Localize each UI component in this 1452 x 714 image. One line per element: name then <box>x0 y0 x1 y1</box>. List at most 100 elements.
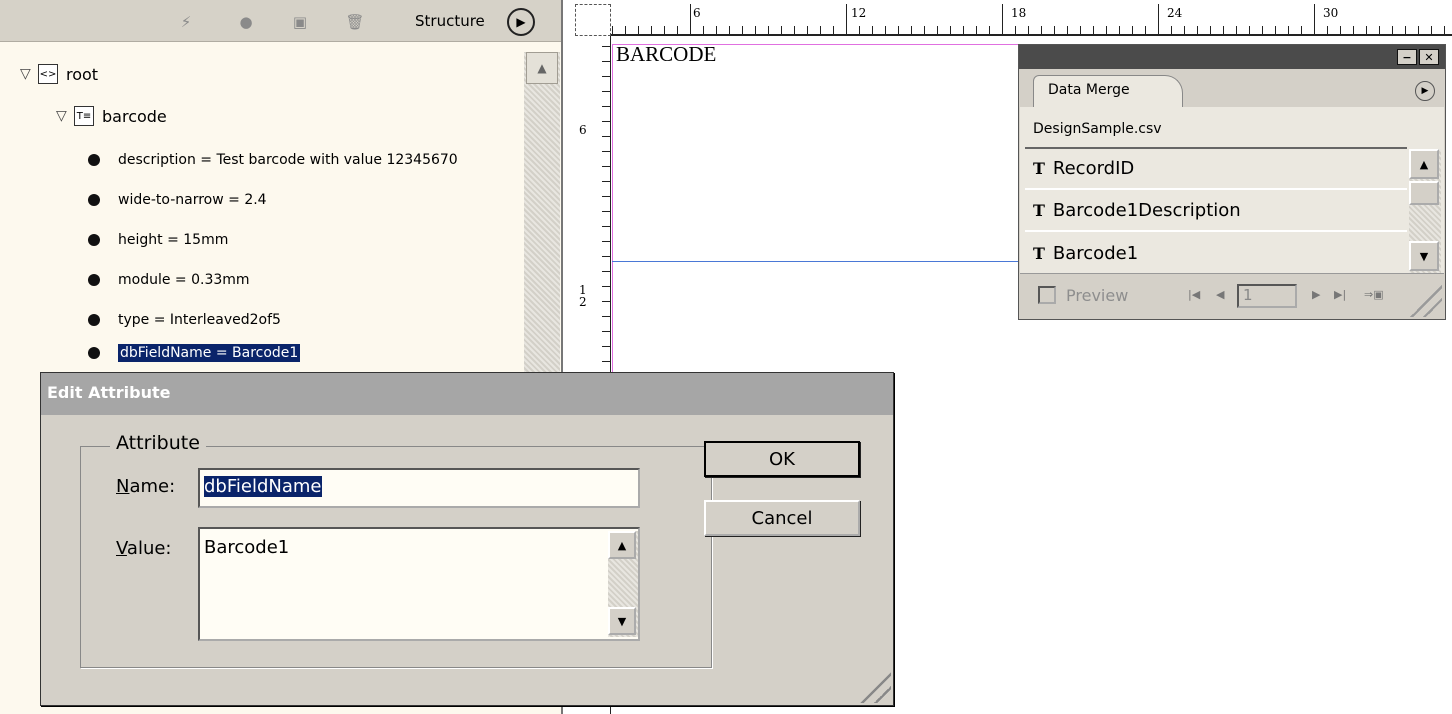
attribute-row[interactable]: wide-to-narrow = 2.4 <box>88 192 267 208</box>
ruler-tick <box>1145 26 1146 34</box>
expand-triangle-icon[interactable]: ▽ <box>56 108 74 124</box>
value-label: Value: <box>116 538 172 559</box>
attribute-text: type = Interleaved2of5 <box>118 312 281 328</box>
ruler-tick <box>1223 26 1224 34</box>
ruler-tick <box>1353 26 1354 34</box>
ruler-tick <box>1093 26 1094 34</box>
ruler-tick <box>651 26 652 34</box>
scroll-down-icon[interactable]: ▼ <box>608 607 636 635</box>
ruler-tick <box>602 166 610 167</box>
scroll-up-icon[interactable]: ▲ <box>1409 149 1439 179</box>
ruler-tick <box>1197 26 1198 34</box>
ruler-tick <box>1184 26 1185 34</box>
ruler-tick <box>602 106 610 107</box>
lightning-icon[interactable]: ⚡ <box>176 12 196 32</box>
value-field[interactable]: Barcode1 ▲ ▼ <box>198 527 640 641</box>
ruler-tick <box>716 26 717 34</box>
ruler-tick <box>1392 26 1393 34</box>
minimize-icon[interactable]: − <box>1397 49 1417 65</box>
list-item[interactable]: T Barcode1 <box>1025 233 1407 274</box>
ruler-tick <box>1236 26 1237 34</box>
scroll-thumb[interactable] <box>1409 181 1439 205</box>
attribute-row[interactable]: module = 0.33mm <box>88 272 250 288</box>
ruler-tick <box>1275 26 1276 34</box>
panel-menu-icon[interactable]: ▶ <box>1415 81 1435 101</box>
ruler-tick <box>602 181 610 182</box>
ruler-tick <box>677 26 678 34</box>
attribute-row[interactable]: description = Test barcode with value 12… <box>88 152 458 168</box>
ruler-tick <box>872 26 873 34</box>
ruler-tick <box>755 26 756 34</box>
ruler-tick <box>768 26 769 34</box>
trash-icon[interactable]: 🗑 <box>345 12 365 32</box>
tab-data-merge[interactable]: Data Merge <box>1033 75 1183 107</box>
field-name: Barcode1Description <box>1052 200 1241 221</box>
list-item[interactable]: T Barcode1Description <box>1025 191 1407 232</box>
scroll-up-icon[interactable]: ▲ <box>526 52 558 84</box>
ruler-tick <box>602 151 610 152</box>
ruler-tick <box>1080 26 1081 34</box>
next-record-icon[interactable]: ▶ <box>1312 288 1320 301</box>
ruler-tick <box>820 26 821 34</box>
preview-checkbox[interactable] <box>1038 286 1056 304</box>
list-item[interactable]: T RecordID <box>1025 149 1407 190</box>
close-icon[interactable]: ✕ <box>1419 49 1439 65</box>
structure-toolbar: ⚡ ● ▣ 🗑 Structure ▶ <box>0 0 561 42</box>
show-attributes-icon[interactable]: ● <box>236 12 256 32</box>
tree-scrollbar[interactable]: ▲ <box>524 52 560 372</box>
panel-titlebar[interactable]: − ✕ <box>1019 45 1445 69</box>
attribute-row-selected[interactable]: dbFieldName = Barcode1 <box>88 344 301 362</box>
value-scrollbar[interactable]: ▲ ▼ <box>608 531 638 637</box>
ruler-tick <box>602 346 610 347</box>
ruler-tick <box>1366 26 1367 34</box>
attribute-row[interactable]: type = Interleaved2of5 <box>88 312 281 328</box>
dialog-title[interactable]: Edit Attribute <box>41 373 893 415</box>
ruler-tick <box>602 301 610 302</box>
panel-menu-icon[interactable]: ▶ <box>507 8 535 36</box>
ok-button[interactable]: OK <box>704 441 860 477</box>
resize-grip-icon[interactable] <box>1410 285 1442 317</box>
ruler-tick <box>602 331 610 332</box>
ruler-origin[interactable] <box>575 4 611 36</box>
ruler-tick <box>976 26 977 34</box>
ruler-label: 12 <box>851 6 867 20</box>
ruler-tick <box>602 361 610 362</box>
text-field-icon: T <box>1033 244 1045 263</box>
ruler-tick <box>1119 26 1120 34</box>
ruler-tick <box>602 76 610 77</box>
attribute-row[interactable]: height = 15mm <box>88 232 228 248</box>
margin-guide <box>612 44 613 374</box>
field-list-scrollbar[interactable]: ▲ ▼ <box>1409 149 1441 273</box>
scroll-down-icon[interactable]: ▼ <box>1409 241 1439 271</box>
ruler-tick <box>602 316 610 317</box>
field-list: T RecordID T Barcode1Description T Barco… <box>1025 147 1407 273</box>
record-number-field[interactable]: 1 <box>1237 284 1297 308</box>
text-element-icon: T≡ <box>74 106 94 126</box>
ruler-tick <box>602 61 610 62</box>
ruler-tick <box>989 26 990 34</box>
name-field[interactable]: dbFieldName <box>198 468 640 508</box>
text-field-icon: T <box>1033 201 1045 220</box>
ruler-tick <box>781 26 782 34</box>
ruler-tick <box>1158 4 1159 34</box>
first-record-icon[interactable]: |◀ <box>1188 288 1200 301</box>
expand-triangle-icon[interactable]: ▽ <box>20 66 38 82</box>
ruler-tick <box>602 271 610 272</box>
tree-node-root[interactable]: ▽ <> root <box>20 64 98 84</box>
new-element-icon[interactable]: ▣ <box>290 12 310 32</box>
previous-record-icon[interactable]: ◀ <box>1216 288 1224 301</box>
attribute-bullet-icon <box>88 274 100 286</box>
last-record-icon[interactable]: ▶| <box>1334 288 1346 301</box>
frame-edge <box>612 261 1022 262</box>
ruler-tick <box>602 91 610 92</box>
ruler-tick <box>602 706 610 707</box>
cancel-button[interactable]: Cancel <box>704 500 860 536</box>
text-frame-content[interactable]: BARCODE <box>616 42 716 67</box>
ruler-tick <box>602 256 610 257</box>
ruler-label: 24 <box>1167 6 1183 20</box>
scroll-up-icon[interactable]: ▲ <box>608 531 636 559</box>
tree-node-barcode[interactable]: ▽ T≡ barcode <box>56 106 167 126</box>
resize-grip-icon[interactable] <box>857 669 891 703</box>
ruler-tick <box>1379 26 1380 34</box>
create-merged-document-icon[interactable]: ⇒▣ <box>1364 288 1384 301</box>
